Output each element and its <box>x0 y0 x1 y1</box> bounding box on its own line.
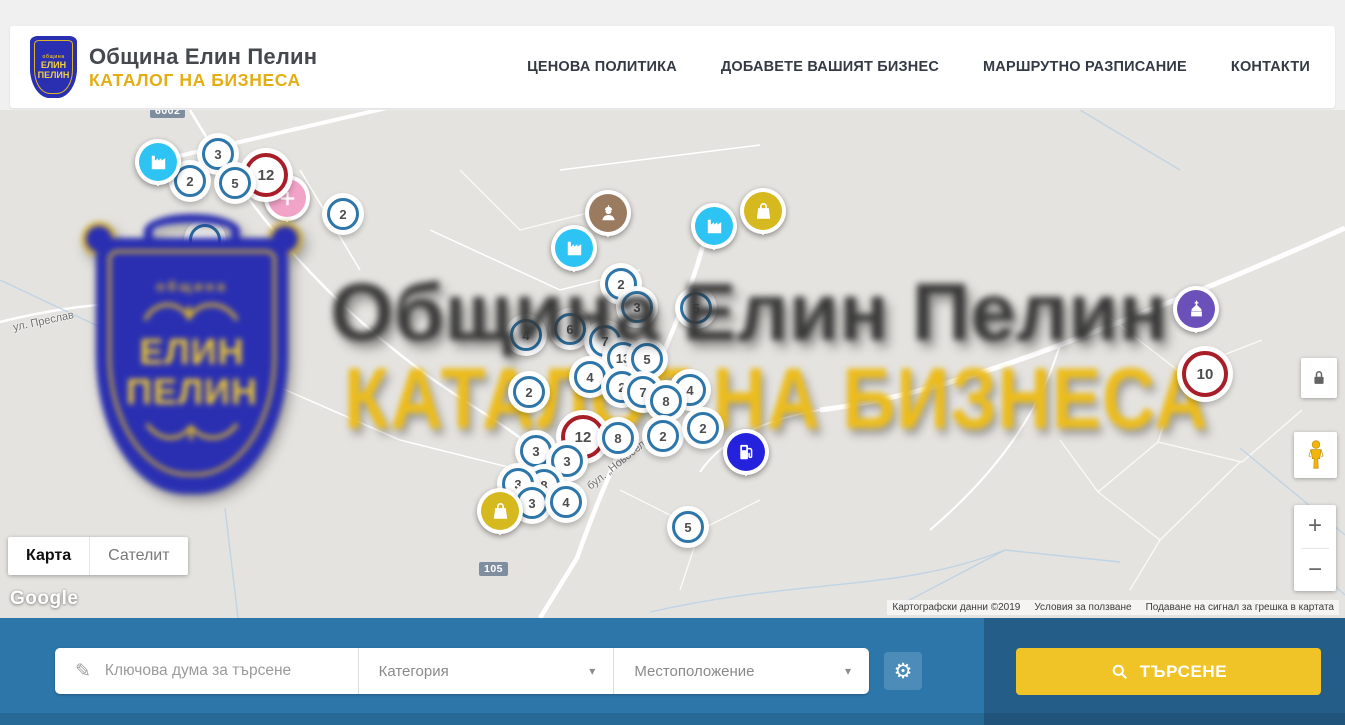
search-bar: ✎ Категория ▾ Местоположение ▾ ⚙ ТЪРСЕНЕ <box>0 618 1345 725</box>
cluster-marker[interactable]: 5 <box>219 167 251 199</box>
logo-line2: ПЕЛИН <box>38 70 70 80</box>
zoom-out-button[interactable]: − <box>1294 549 1336 592</box>
pegman-icon <box>1303 439 1329 471</box>
map-type-control: Карта Сателит <box>8 537 188 575</box>
header: община ЕЛИН ПЕЛИН Община Елин Пелин КАТА… <box>10 26 1335 108</box>
fuel-pin[interactable] <box>723 429 769 475</box>
pin-body <box>691 203 737 249</box>
crest-top-text: община <box>156 278 228 294</box>
cluster-marker[interactable]: 2 <box>647 420 679 452</box>
church-pin[interactable] <box>1173 286 1219 332</box>
cluster-marker[interactable]: 2 <box>687 412 719 444</box>
cluster-marker[interactable]: 3 <box>202 138 234 170</box>
cluster-marker[interactable]: 2 <box>327 198 359 230</box>
attribution-item[interactable]: Подаване на сигнал за грешка в картата <box>1141 600 1339 615</box>
cluster-marker[interactable]: 10 <box>1182 351 1228 397</box>
location-value: Местоположение <box>634 663 754 680</box>
crest-name-line2: ПЕЛИН <box>126 372 258 412</box>
pin-body <box>740 188 786 234</box>
watermark-subtitle: КАТАЛОГ НА БИЗНЕСА <box>344 350 1209 449</box>
pin-body <box>477 488 523 534</box>
logo-line1: ЕЛИН <box>41 60 66 70</box>
street-view-pegman[interactable] <box>1294 432 1337 478</box>
search-icon <box>1110 662 1129 681</box>
cluster-marker[interactable]: 4 <box>574 361 606 393</box>
road-shield-label: 105 <box>479 562 508 576</box>
municipality-logo: община ЕЛИН ПЕЛИН <box>30 36 77 98</box>
gear-icon: ⚙ <box>894 659 913 684</box>
pin-body <box>135 139 181 185</box>
fuel-icon <box>727 433 765 471</box>
cluster-marker[interactable]: 3 <box>520 435 552 467</box>
bag-icon <box>481 492 519 530</box>
worker-pin[interactable] <box>585 190 631 236</box>
brand[interactable]: община ЕЛИН ПЕЛИН Община Елин Пелин КАТА… <box>30 36 317 98</box>
brand-subtitle: КАТАЛОГ НА БИЗНЕСА <box>89 71 317 89</box>
map-type-map-button[interactable]: Карта <box>8 537 89 575</box>
road-shield-label: 6002 <box>150 110 185 118</box>
nav-item[interactable]: ДОБАВЕТЕ ВАШИЯТ БИЗНЕС <box>721 59 939 75</box>
cluster-marker[interactable]: 4 <box>550 486 582 518</box>
cluster-marker[interactable]: 12 <box>244 153 288 197</box>
factory-icon <box>695 207 733 245</box>
crest-name-line1: ЕЛИН <box>139 332 244 372</box>
cluster-marker[interactable]: 5 <box>672 511 704 543</box>
bag-icon <box>744 192 782 230</box>
chevron-down-icon: ▾ <box>845 664 851 678</box>
cluster-marker[interactable]: 2 <box>513 376 545 408</box>
watermark-title: Община Елин Пелин <box>330 266 1168 360</box>
category-value: Категория <box>379 663 449 680</box>
cluster-marker[interactable]: 8 <box>650 385 682 417</box>
pin-body <box>1173 286 1219 332</box>
map-attribution: Картографски данни ©2019 Условия за ползв… <box>887 600 1339 615</box>
cluster-marker[interactable]: 3 <box>551 445 583 477</box>
logo-top-text: община <box>42 54 64 60</box>
watermark-crest: община ЕЛИН ПЕЛИН <box>86 222 298 494</box>
search-button[interactable]: ТЪРСЕНЕ <box>1016 648 1321 695</box>
attribution-item: Картографски данни ©2019 <box>887 600 1025 615</box>
lock-button[interactable] <box>1301 358 1337 398</box>
main-nav: ЦЕНОВА ПОЛИТИКА ДОБАВЕТЕ ВАШИЯТ БИЗНЕС МАР… <box>527 59 1335 75</box>
advanced-settings-button[interactable]: ⚙ <box>884 652 922 690</box>
nav-item[interactable]: КОНТАКТИ <box>1231 59 1310 75</box>
search-button-label: ТЪРСЕНЕ <box>1140 662 1228 682</box>
bag-pin[interactable] <box>477 488 523 534</box>
nav-item[interactable]: ЦЕНОВА ПОЛИТИКА <box>527 59 677 75</box>
pencil-icon: ✎ <box>75 660 91 683</box>
crest-flourish <box>137 298 247 328</box>
search-fields: ✎ Категория ▾ Местоположение ▾ <box>55 648 869 694</box>
keyword-field[interactable]: ✎ <box>55 648 358 694</box>
bag-pin[interactable] <box>740 188 786 234</box>
factory-icon <box>139 143 177 181</box>
church-icon <box>1177 290 1215 328</box>
google-logo[interactable]: Google <box>10 588 78 610</box>
cluster-marker[interactable]: 8 <box>602 422 634 454</box>
zoom-in-button[interactable]: + <box>1294 505 1336 548</box>
pin-body <box>585 190 631 236</box>
worker-icon <box>589 194 627 232</box>
page-top-strip: община ЕЛИН ПЕЛИН Община Елин Пелин КАТА… <box>0 0 1345 110</box>
zoom-control: + − <box>1294 505 1336 591</box>
location-select[interactable]: Местоположение ▾ <box>614 648 869 694</box>
nav-item[interactable]: МАРШРУТНО РАЗПИСАНИЕ <box>983 59 1187 75</box>
attribution-item[interactable]: Условия за ползване <box>1029 600 1136 615</box>
pin-body <box>723 429 769 475</box>
map-canvas[interactable]: КАТАЛОГ НА БИЗНЕСА Община Елин Пелин общ… <box>0 110 1345 618</box>
crest-flourish <box>137 416 247 446</box>
factory-pin[interactable] <box>135 139 181 185</box>
chevron-down-icon: ▾ <box>589 664 595 678</box>
category-select[interactable]: Категория ▾ <box>359 648 614 694</box>
search-input[interactable] <box>103 661 358 681</box>
padlock-icon <box>1309 368 1329 388</box>
factory-pin[interactable] <box>691 203 737 249</box>
map-type-satellite-button[interactable]: Сателит <box>89 537 187 575</box>
brand-title: Община Елин Пелин <box>89 45 317 68</box>
